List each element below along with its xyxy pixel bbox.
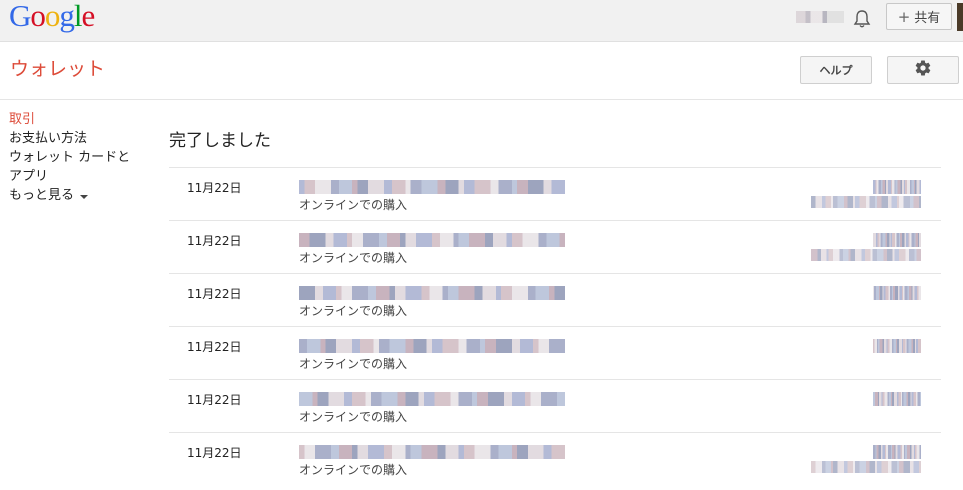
transaction-row[interactable]: 11月22日オンラインでの購入 bbox=[169, 326, 941, 379]
header-divider bbox=[0, 99, 963, 100]
transaction-date: 11月22日 bbox=[187, 287, 242, 301]
transaction-merchant-redacted bbox=[299, 286, 565, 300]
transaction-amount-detail-redacted bbox=[811, 461, 921, 473]
nav-more-label: もっと見る bbox=[9, 188, 75, 203]
transaction-date: 11月22日 bbox=[187, 393, 242, 407]
transaction-description: オンラインでの購入 bbox=[299, 251, 408, 265]
logo-letter: e bbox=[81, 0, 96, 33]
transaction-amount-redacted bbox=[873, 233, 921, 247]
nav-more[interactable]: もっと見る bbox=[9, 186, 139, 205]
transaction-amount-detail-redacted bbox=[811, 249, 921, 261]
notification-bell-icon[interactable] bbox=[853, 9, 871, 29]
transaction-description: オンラインでの購入 bbox=[299, 357, 408, 371]
google-logo[interactable]: Google bbox=[9, 0, 96, 33]
transaction-date: 11月22日 bbox=[187, 181, 242, 195]
transaction-row[interactable]: 11月22日オンラインでの購入 bbox=[169, 379, 941, 432]
nav-item[interactable]: 取引 bbox=[9, 110, 139, 129]
transaction-merchant-redacted bbox=[299, 445, 565, 459]
logo-letter: o bbox=[44, 0, 60, 33]
share-label: 共有 bbox=[914, 11, 941, 26]
transaction-date: 11月22日 bbox=[187, 234, 242, 248]
transaction-row[interactable]: 11月22日オンラインでの購入 bbox=[169, 273, 941, 326]
transaction-date: 11月22日 bbox=[187, 446, 242, 460]
transaction-merchant-redacted bbox=[299, 233, 565, 247]
transaction-amount-redacted bbox=[873, 392, 921, 406]
nav-item[interactable]: お支払い方法 bbox=[9, 129, 139, 148]
transaction-description: オンラインでの購入 bbox=[299, 463, 408, 477]
google-top-bar: Google + 共有 bbox=[0, 0, 963, 42]
transaction-amount-redacted bbox=[873, 339, 921, 353]
page-title: ウォレット bbox=[10, 58, 106, 80]
left-nav: 取引 お支払い方法 ウォレット カードとアプリ もっと見る bbox=[9, 110, 139, 205]
profile-image[interactable] bbox=[957, 3, 963, 31]
logo-letter: l bbox=[73, 0, 83, 33]
nav-item[interactable]: ウォレット カードとアプリ bbox=[9, 148, 139, 186]
help-button[interactable]: ヘルプ bbox=[800, 56, 872, 84]
transaction-row[interactable]: 11月22日オンラインでの購入 bbox=[169, 220, 941, 273]
transaction-merchant-redacted bbox=[299, 392, 565, 406]
section-title: 完了しました bbox=[169, 131, 271, 151]
share-button[interactable]: + 共有 bbox=[886, 3, 952, 30]
transaction-merchant-redacted bbox=[299, 180, 565, 194]
user-name-redacted[interactable] bbox=[796, 11, 844, 23]
transaction-row[interactable]: 11月22日オンラインでの購入 bbox=[169, 432, 941, 485]
transaction-description: オンラインでの購入 bbox=[299, 304, 408, 318]
logo-letter: g bbox=[59, 0, 74, 33]
help-label: ヘルプ bbox=[819, 64, 853, 77]
transaction-list: 11月22日 オンラインでの購入 11月22日 オンラインでの購入 11月22日 オンライ… bbox=[169, 167, 941, 485]
transaction-description: オンラインでの購入 bbox=[299, 410, 408, 424]
caret-down-icon bbox=[80, 194, 89, 199]
transaction-amount-redacted bbox=[873, 445, 921, 459]
logo-letter: G bbox=[9, 0, 31, 33]
transaction-amount-detail-redacted bbox=[811, 196, 921, 208]
transaction-date: 11月22日 bbox=[187, 340, 242, 354]
settings-button[interactable] bbox=[887, 56, 959, 84]
transaction-amount-redacted bbox=[873, 286, 921, 300]
logo-letter: o bbox=[30, 0, 45, 33]
transaction-description: オンラインでの購入 bbox=[299, 198, 408, 212]
transaction-amount-redacted bbox=[873, 180, 921, 194]
gear-icon bbox=[914, 59, 932, 81]
transaction-row[interactable]: 11月22日オンラインでの購入 bbox=[169, 167, 941, 220]
transaction-merchant-redacted bbox=[299, 339, 565, 353]
plus-icon: + bbox=[897, 7, 911, 26]
